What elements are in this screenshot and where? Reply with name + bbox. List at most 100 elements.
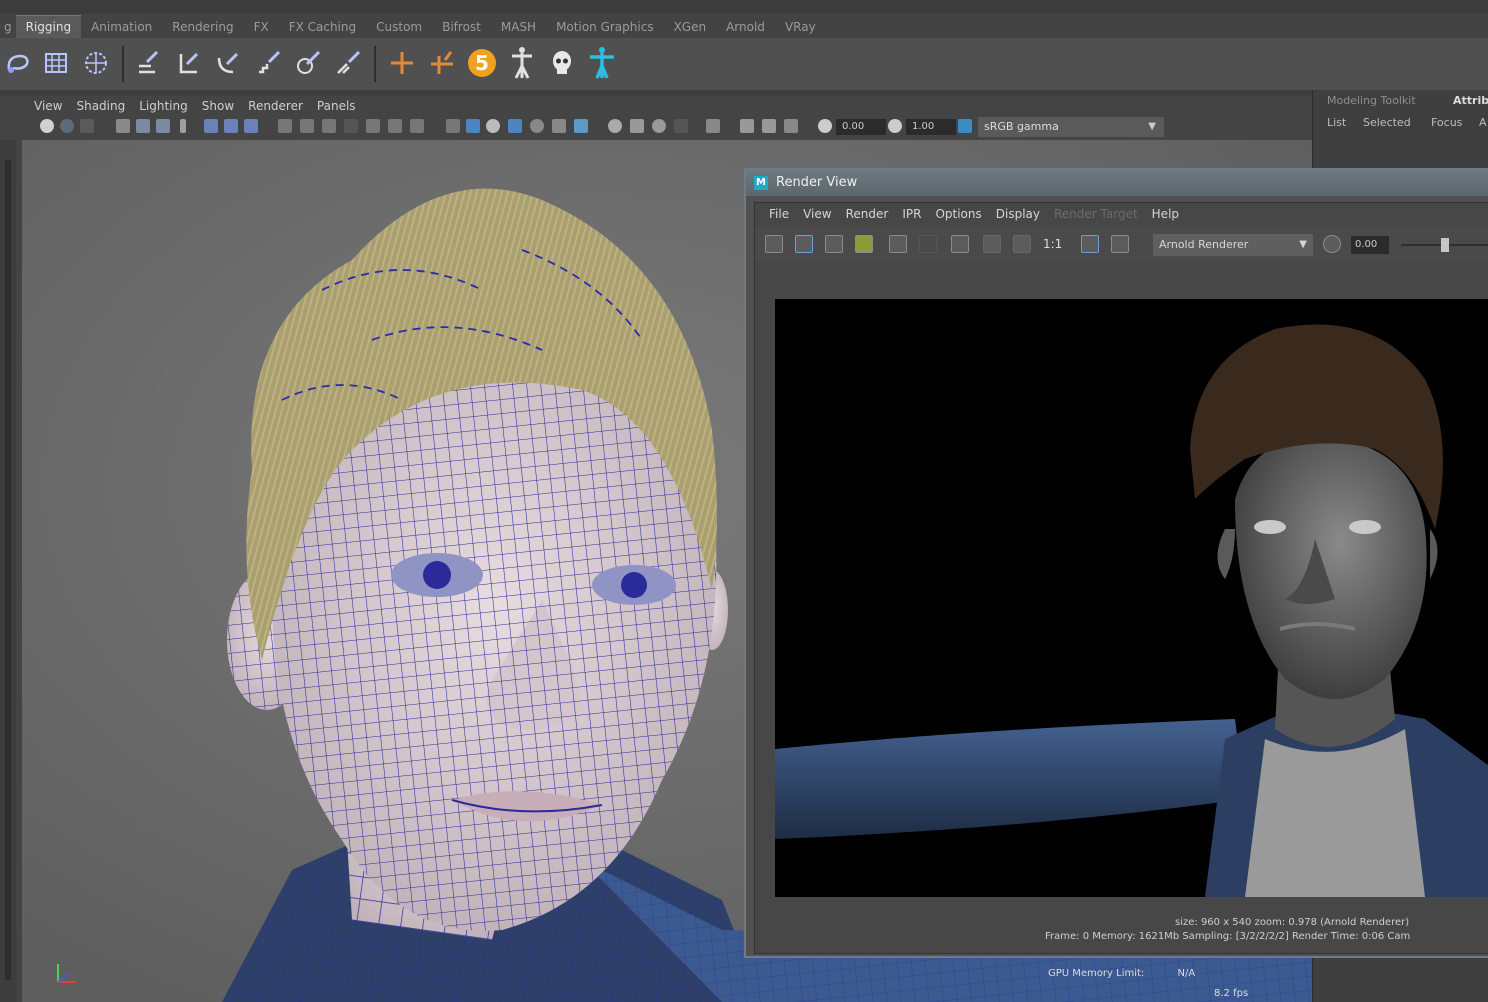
menu-render[interactable]: Render: [846, 207, 889, 221]
shadows-icon[interactable]: [410, 119, 424, 133]
ik-handle-icon[interactable]: [210, 44, 246, 82]
hud-icon[interactable]: [740, 119, 754, 133]
shelf-tab-custom[interactable]: Custom: [366, 16, 432, 38]
cluster-icon[interactable]: [78, 44, 114, 82]
render-region-icon[interactable]: [795, 235, 813, 253]
human-ik-icon[interactable]: 5: [464, 44, 500, 82]
stop-icon[interactable]: [919, 235, 937, 253]
exposure-field[interactable]: 0.00: [836, 119, 886, 135]
ssao-icon[interactable]: [652, 119, 666, 133]
menu-focus[interactable]: Focus: [1431, 116, 1462, 129]
shelf-tab-mash[interactable]: MASH: [491, 16, 546, 38]
menu-ipr[interactable]: IPR: [902, 207, 921, 221]
alpha-icon[interactable]: [1013, 235, 1031, 253]
exposure-icon[interactable]: [818, 119, 832, 133]
tab-modeling-toolkit[interactable]: Modeling Toolkit: [1327, 94, 1416, 107]
exposure-slider[interactable]: [1401, 238, 1488, 252]
tab-attribute-editor[interactable]: Attrib: [1453, 94, 1488, 107]
depth-of-field-icon[interactable]: [574, 119, 588, 133]
scrollbar[interactable]: [5, 160, 11, 980]
exposure-icon[interactable]: [1323, 235, 1341, 253]
gamma-icon[interactable]: [888, 119, 902, 133]
snapshot-icon[interactable]: [825, 235, 843, 253]
bookmark-icon[interactable]: [80, 119, 94, 133]
ratio-label[interactable]: 1:1: [1043, 237, 1062, 251]
shelf-tab-arnold[interactable]: Arnold: [716, 16, 775, 38]
keep-image-icon[interactable]: [1081, 235, 1099, 253]
menu-selected[interactable]: Selected: [1363, 116, 1411, 129]
light-bulb-icon[interactable]: [608, 119, 622, 133]
color-management-icon[interactable]: [958, 119, 972, 133]
color-space-dropdown[interactable]: sRGB gamma ▼: [978, 117, 1164, 137]
film-gate-icon[interactable]: [156, 119, 170, 133]
constraint-icon[interactable]: [424, 44, 460, 82]
xray-icon[interactable]: [446, 119, 460, 133]
shelf-tab-xgen[interactable]: XGen: [664, 16, 717, 38]
textured-icon[interactable]: [366, 119, 380, 133]
slider-handle[interactable]: [1441, 238, 1449, 252]
skull-icon[interactable]: [544, 44, 580, 82]
ik-spline-icon[interactable]: [250, 44, 286, 82]
remove-image-icon[interactable]: [1111, 235, 1129, 253]
channel-icon[interactable]: [951, 235, 969, 253]
locator-icon[interactable]: [384, 44, 420, 82]
menu-panels[interactable]: Panels: [317, 99, 356, 113]
select-region-icon[interactable]: [706, 119, 720, 133]
render-view-window[interactable]: M Render View File View Render IPR Optio…: [744, 168, 1488, 958]
lasso-select-icon[interactable]: [0, 44, 36, 82]
renderer-dropdown[interactable]: Arnold Renderer ▼: [1153, 234, 1313, 256]
ipr-render-icon[interactable]: [855, 235, 873, 253]
lights-icon[interactable]: [388, 119, 402, 133]
smooth-shade-icon[interactable]: [300, 119, 314, 133]
image-plane-icon[interactable]: [116, 119, 130, 133]
refresh-ipr-icon[interactable]: [889, 235, 907, 253]
menu-lighting[interactable]: Lighting: [139, 99, 188, 113]
shelf-tab-rigging[interactable]: Rigging: [15, 15, 82, 38]
menu-help[interactable]: Help: [1152, 207, 1179, 221]
shelf-tab-fx-caching[interactable]: FX Caching: [279, 16, 366, 38]
resolution-gate-icon[interactable]: [180, 119, 186, 133]
shelf-tab-fx[interactable]: FX: [244, 16, 279, 38]
frame-icon[interactable]: [784, 119, 798, 133]
skeleton-icon[interactable]: [504, 44, 540, 82]
joint-tool-icon[interactable]: [130, 44, 166, 82]
skin-bind-icon[interactable]: [290, 44, 326, 82]
xray-joints-icon[interactable]: [466, 119, 480, 133]
grid-icon[interactable]: [674, 119, 688, 133]
ambient-occlusion-icon[interactable]: [486, 119, 500, 133]
shelf-tab-rendering[interactable]: Rendering: [162, 16, 243, 38]
shelf-tab-motion-graphics[interactable]: Motion Graphics: [546, 16, 664, 38]
menu-renderer[interactable]: Renderer: [248, 99, 303, 113]
menu-shading[interactable]: Shading: [76, 99, 125, 113]
menu-display[interactable]: Display: [996, 207, 1040, 221]
wireframe-icon[interactable]: [278, 119, 292, 133]
menu-render-target[interactable]: Render Target: [1054, 207, 1138, 221]
camera-lock-icon[interactable]: [762, 119, 776, 133]
antialias-icon[interactable]: [552, 119, 566, 133]
menu-attributes[interactable]: A: [1479, 116, 1487, 129]
wireframe-on-shaded-icon[interactable]: [322, 119, 336, 133]
lattice-icon[interactable]: [38, 44, 74, 82]
menu-show[interactable]: Show: [202, 99, 234, 113]
menu-options[interactable]: Options: [935, 207, 981, 221]
render-view-titlebar[interactable]: M Render View: [746, 170, 1488, 196]
default-material-icon[interactable]: [344, 119, 358, 133]
motion-blur-icon[interactable]: [530, 119, 544, 133]
shelf-tab-bifrost[interactable]: Bifrost: [432, 16, 491, 38]
camera-select-icon[interactable]: [40, 119, 54, 133]
paint-weights-icon[interactable]: [330, 44, 366, 82]
shelf-tab-vray[interactable]: VRay: [775, 16, 826, 38]
shelf-tab-animation[interactable]: Animation: [81, 16, 162, 38]
gamma-field[interactable]: 1.00: [906, 119, 956, 135]
redo-render-icon[interactable]: [765, 235, 783, 253]
safe-action-icon[interactable]: [244, 119, 258, 133]
grid-toggle-icon[interactable]: [136, 119, 150, 133]
exposure-value-field[interactable]: 0.00: [1351, 236, 1389, 254]
rgb-icon[interactable]: [983, 235, 1001, 253]
character-rig-icon[interactable]: [584, 44, 620, 82]
field-chart-icon[interactable]: [224, 119, 238, 133]
insert-joint-icon[interactable]: [170, 44, 206, 82]
isolate-select-icon[interactable]: [508, 119, 522, 133]
menu-view[interactable]: View: [34, 99, 62, 113]
menu-view[interactable]: View: [803, 207, 831, 221]
